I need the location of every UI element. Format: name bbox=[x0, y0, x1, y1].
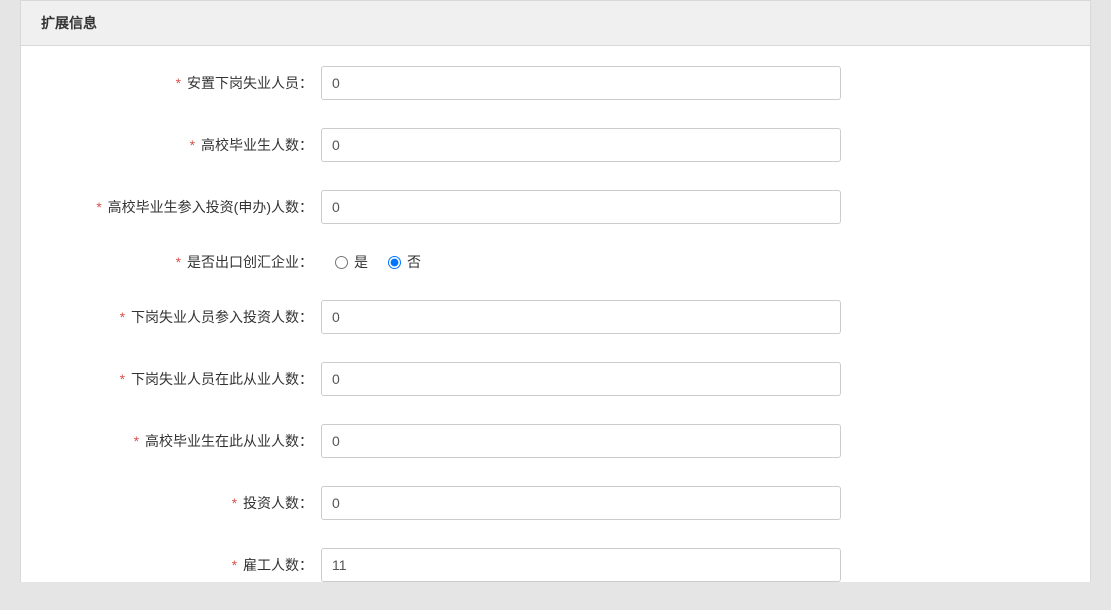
form-row-college-grad-count: * 高校毕业生人数： bbox=[51, 128, 1060, 162]
export-earning-radio-group: 是 否 bbox=[321, 252, 841, 272]
form-row-export-earning: * 是否出口创汇企业： 是 否 bbox=[51, 252, 1060, 272]
required-mark: * bbox=[232, 495, 237, 511]
form-label: * 高校毕业生参入投资(申办)人数： bbox=[51, 197, 321, 217]
unemployed-placed-input[interactable] bbox=[321, 66, 841, 100]
form-label: * 下岗失业人员在此从业人数： bbox=[51, 369, 321, 389]
main-panel: 扩展信息 * 安置下岗失业人员： * 高校毕业生人数： bbox=[20, 0, 1091, 582]
form-row-unemployed-placed: * 安置下岗失业人员： bbox=[51, 66, 1060, 100]
page-background: 扩展信息 * 安置下岗失业人员： * 高校毕业生人数： bbox=[0, 0, 1111, 582]
form-control bbox=[321, 128, 841, 162]
label-text: 安置下岗失业人员： bbox=[187, 75, 313, 91]
label-text: 高校毕业生在此从业人数： bbox=[145, 433, 313, 449]
form-label: * 投资人数： bbox=[51, 493, 321, 513]
required-mark: * bbox=[176, 75, 181, 91]
section-header: 扩展信息 bbox=[21, 0, 1090, 46]
form-label: * 下岗失业人员参入投资人数： bbox=[51, 307, 321, 327]
employee-count-input[interactable] bbox=[321, 548, 841, 582]
college-grad-here-work-input[interactable] bbox=[321, 424, 841, 458]
radio-no-label: 否 bbox=[407, 252, 421, 272]
label-text: 高校毕业生人数： bbox=[201, 137, 313, 153]
form-control bbox=[321, 548, 841, 582]
radio-yes-input[interactable] bbox=[335, 256, 348, 269]
radio-yes-label: 是 bbox=[354, 252, 368, 272]
form-control bbox=[321, 66, 841, 100]
form-control bbox=[321, 190, 841, 224]
required-mark: * bbox=[120, 371, 125, 387]
form-row-employee-count: * 雇工人数： bbox=[51, 548, 1060, 582]
radio-option-yes[interactable]: 是 bbox=[335, 252, 368, 272]
form-row-unemployed-invest: * 下岗失业人员参入投资人数： bbox=[51, 300, 1060, 334]
label-text: 投资人数： bbox=[243, 495, 313, 511]
required-mark: * bbox=[96, 199, 101, 215]
label-text: 雇工人数： bbox=[243, 557, 313, 573]
form-row-college-grad-invest: * 高校毕业生参入投资(申办)人数： bbox=[51, 190, 1060, 224]
unemployed-here-work-input[interactable] bbox=[321, 362, 841, 396]
college-grad-invest-input[interactable] bbox=[321, 190, 841, 224]
form-label: * 高校毕业生在此从业人数： bbox=[51, 431, 321, 451]
unemployed-invest-input[interactable] bbox=[321, 300, 841, 334]
required-mark: * bbox=[134, 433, 139, 449]
label-text: 高校毕业生参入投资(申办)人数： bbox=[108, 199, 313, 215]
required-mark: * bbox=[190, 137, 195, 153]
form-row-unemployed-here-work: * 下岗失业人员在此从业人数： bbox=[51, 362, 1060, 396]
form-label: * 雇工人数： bbox=[51, 555, 321, 575]
form-row-college-grad-here-work: * 高校毕业生在此从业人数： bbox=[51, 424, 1060, 458]
form-control: 是 否 bbox=[321, 252, 841, 272]
form-control bbox=[321, 362, 841, 396]
section-title: 扩展信息 bbox=[41, 15, 97, 31]
required-mark: * bbox=[176, 254, 181, 270]
form-control bbox=[321, 486, 841, 520]
required-mark: * bbox=[232, 557, 237, 573]
form-label: * 安置下岗失业人员： bbox=[51, 73, 321, 93]
radio-option-no[interactable]: 否 bbox=[388, 252, 421, 272]
form-label: * 是否出口创汇企业： bbox=[51, 252, 321, 272]
radio-no-input[interactable] bbox=[388, 256, 401, 269]
college-grad-count-input[interactable] bbox=[321, 128, 841, 162]
form-row-investor-count: * 投资人数： bbox=[51, 486, 1060, 520]
form-label: * 高校毕业生人数： bbox=[51, 135, 321, 155]
form-body: * 安置下岗失业人员： * 高校毕业生人数： bbox=[21, 46, 1090, 582]
required-mark: * bbox=[120, 309, 125, 325]
label-text: 是否出口创汇企业： bbox=[187, 254, 313, 270]
label-text: 下岗失业人员在此从业人数： bbox=[131, 371, 313, 387]
investor-count-input[interactable] bbox=[321, 486, 841, 520]
label-text: 下岗失业人员参入投资人数： bbox=[131, 309, 313, 325]
form-control bbox=[321, 300, 841, 334]
form-control bbox=[321, 424, 841, 458]
